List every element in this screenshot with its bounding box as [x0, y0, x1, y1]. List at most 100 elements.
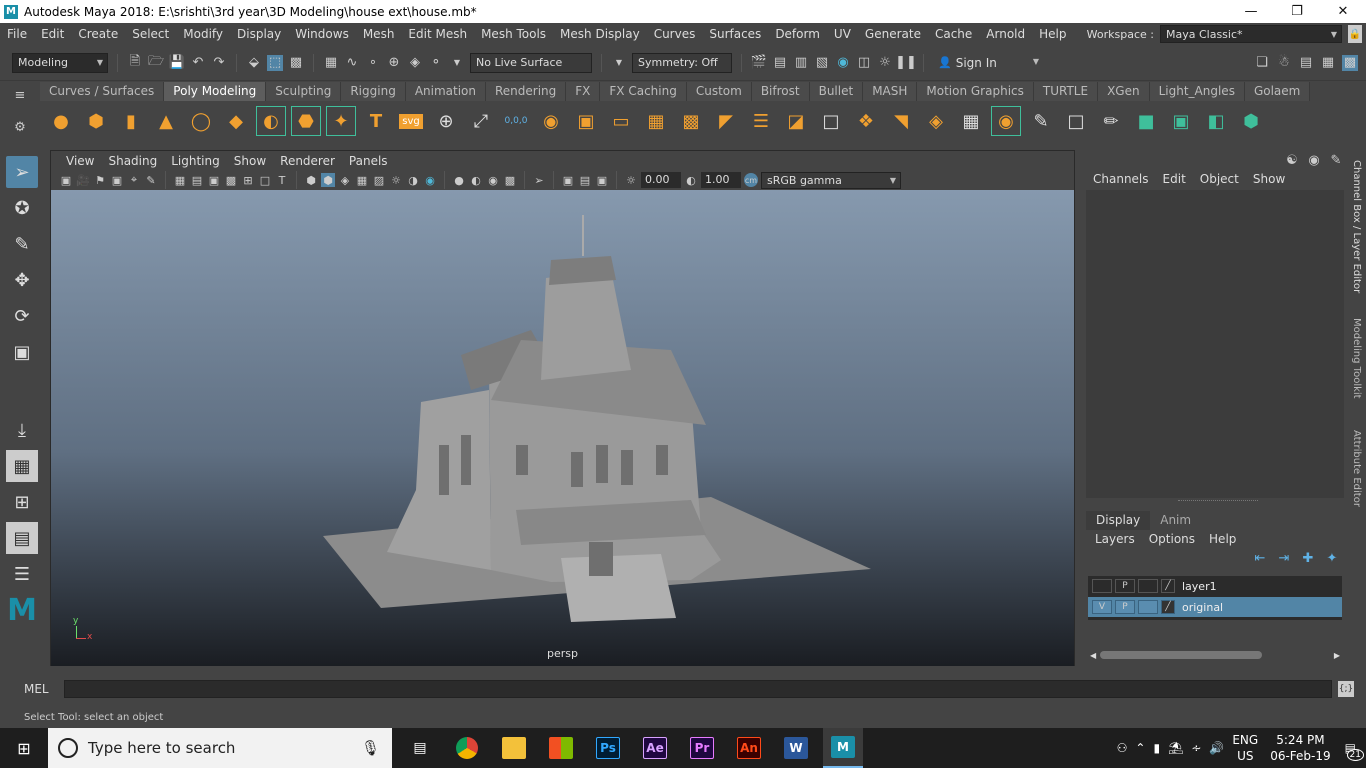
bevel-icon[interactable]: ◤	[711, 106, 741, 136]
xray-joints-icon[interactable]: ➢	[532, 173, 546, 187]
menu-mesh-tools[interactable]: Mesh Tools	[474, 27, 553, 41]
perspective-viewport[interactable]: y x persp	[51, 190, 1074, 666]
vp-menu-renderer[interactable]: Renderer	[273, 154, 342, 168]
premiere-icon[interactable]: Pr	[682, 728, 722, 768]
script-editor-icon[interactable]: {;}	[1338, 681, 1354, 697]
chrome-icon[interactable]	[447, 728, 487, 768]
lasso-tool-icon[interactable]: ✪	[6, 192, 38, 224]
command-input[interactable]	[64, 680, 1332, 698]
safe-title-icon[interactable]: T	[275, 173, 289, 187]
rotate-tool-icon[interactable]: ⟳	[6, 300, 38, 332]
poly-plane-icon[interactable]: ◆	[221, 106, 251, 136]
le-menu-options[interactable]: Options	[1142, 532, 1202, 546]
word-icon[interactable]: W	[776, 728, 816, 768]
anti-aliasing-icon[interactable]: ●	[452, 173, 466, 187]
frame-all-icon[interactable]: ▣	[561, 173, 575, 187]
shelf-settings-icon[interactable]: ⚙	[12, 119, 28, 135]
resolution-gate-icon[interactable]: ▣	[207, 173, 221, 187]
redo-icon[interactable]: ↷	[211, 55, 227, 71]
cb-menu-edit[interactable]: Edit	[1156, 172, 1193, 186]
uv-cylindrical-icon[interactable]: ◧	[1201, 106, 1231, 136]
save-scene-icon[interactable]: 💾	[169, 55, 185, 71]
target-weld-icon[interactable]: ◈	[921, 106, 951, 136]
house-model[interactable]	[51, 190, 1074, 666]
poly-disc-icon[interactable]: ◐	[256, 106, 286, 136]
network-icon[interactable]: ⛱	[1168, 741, 1183, 755]
uv-planar-icon[interactable]: ▣	[1166, 106, 1196, 136]
poly-torus-icon[interactable]: ◯	[186, 106, 216, 136]
menu-curves[interactable]: Curves	[647, 27, 703, 41]
hypershade-icon[interactable]: ◉	[835, 55, 851, 71]
menu-uv[interactable]: UV	[827, 27, 858, 41]
menu-help[interactable]: Help	[1032, 27, 1073, 41]
microphone-icon[interactable]: 🎙	[361, 739, 380, 757]
snap-surface-icon[interactable]: ◈	[407, 55, 423, 71]
chevron-up-icon[interactable]: ⌃	[1135, 741, 1145, 755]
gamma-field[interactable]: 1.00	[701, 172, 741, 188]
language-indicator[interactable]: ENG US	[1232, 732, 1258, 764]
snap-curve-icon[interactable]: ∿	[344, 55, 360, 71]
character-controls-icon[interactable]: ☃	[1276, 55, 1292, 71]
vp-menu-panels[interactable]: Panels	[342, 154, 395, 168]
shelf-tab-animation[interactable]: Animation	[405, 82, 486, 101]
move-tool-icon[interactable]: ✥	[6, 264, 38, 296]
restore-button[interactable]: ❐	[1274, 0, 1320, 23]
shelf-tab-light-angles[interactable]: Light_Angles	[1149, 82, 1245, 101]
photoshop-icon[interactable]: Ps	[588, 728, 628, 768]
lock-icon[interactable]: 🔒	[1348, 25, 1362, 43]
mirror-icon[interactable]: ▭	[606, 106, 636, 136]
layer-playback-toggle[interactable]: P	[1115, 579, 1135, 593]
color-management-icon[interactable]: cm	[744, 173, 758, 187]
xray-icon[interactable]: ▩	[503, 173, 517, 187]
menu-edit-mesh[interactable]: Edit Mesh	[401, 27, 474, 41]
attribute-editor-icon[interactable]: ▤	[1298, 55, 1314, 71]
scroll-left-icon[interactable]: ◀	[1090, 651, 1096, 660]
persp-outliner-icon[interactable]: ▤	[6, 522, 38, 554]
combine-icon[interactable]: ◉	[536, 106, 566, 136]
vp-menu-show[interactable]: Show	[227, 154, 273, 168]
four-view-icon[interactable]: ⊞	[6, 486, 38, 518]
poly-sphere-icon[interactable]: ●	[46, 106, 76, 136]
workspace-dropdown[interactable]: Maya Classic* ▼	[1160, 25, 1342, 43]
channel-box-icon[interactable]: ▩	[1342, 54, 1358, 71]
wireframe-icon[interactable]: ⬢	[304, 173, 318, 187]
shelf-menu-icon[interactable]: ≡	[12, 87, 28, 103]
shelf-tab-bifrost[interactable]: Bifrost	[751, 82, 810, 101]
clock[interactable]: 5:24 PM 06-Feb-19	[1270, 732, 1330, 764]
camera-attributes-icon[interactable]: 🎥	[76, 173, 90, 187]
uv-editor-icon[interactable]: ■	[1131, 106, 1161, 136]
scroll-right-icon[interactable]: ▶	[1334, 651, 1340, 660]
gamma-icon[interactable]: ◐	[684, 173, 698, 187]
volume-icon[interactable]: 🔊	[1209, 741, 1224, 755]
layer-row[interactable]: V P ╱ original	[1088, 597, 1342, 617]
new-layer-selected-icon[interactable]: ✦	[1324, 550, 1340, 566]
channel-box-settings-icon[interactable]: ◉	[1306, 152, 1322, 168]
textured-icon[interactable]: ▦	[355, 173, 369, 187]
image-plane-icon[interactable]: ▣	[110, 173, 124, 187]
shelf-tab-rigging[interactable]: Rigging	[341, 82, 406, 101]
cb-menu-object[interactable]: Object	[1193, 172, 1246, 186]
vp-menu-shading[interactable]: Shading	[101, 154, 164, 168]
chevron-down-icon[interactable]: ▼	[611, 55, 627, 71]
append-icon[interactable]: ◪	[781, 106, 811, 136]
multi-cut-icon[interactable]: ◥	[886, 106, 916, 136]
use-all-lights-icon[interactable]: ▨	[372, 173, 386, 187]
close-button[interactable]: ✕	[1320, 0, 1366, 23]
shelf-tab-fx-caching[interactable]: FX Caching	[600, 82, 687, 101]
menu-select[interactable]: Select	[125, 27, 176, 41]
chevron-down-icon[interactable]: ▼	[449, 55, 465, 71]
poly-cube-icon[interactable]: ⬢	[81, 106, 111, 136]
shelf-tab-turtle[interactable]: TURTLE	[1033, 82, 1099, 101]
layer-color-swatch[interactable]: ╱	[1161, 579, 1175, 593]
reset-transform-icon[interactable]: 0,0,0	[501, 106, 531, 136]
menu-deform[interactable]: Deform	[768, 27, 827, 41]
menu-create[interactable]: Create	[71, 27, 125, 41]
layer-row[interactable]: P ╱ layer1	[1088, 576, 1342, 596]
menu-generate[interactable]: Generate	[858, 27, 928, 41]
animate-icon[interactable]: An	[729, 728, 769, 768]
layer-name[interactable]: layer1	[1182, 580, 1217, 593]
pin-icon[interactable]: ✎	[1328, 152, 1344, 168]
select-hierarchy-icon[interactable]: ⬙	[246, 55, 262, 71]
pivot-icon[interactable]: ⊕	[431, 106, 461, 136]
menu-surfaces[interactable]: Surfaces	[702, 27, 768, 41]
